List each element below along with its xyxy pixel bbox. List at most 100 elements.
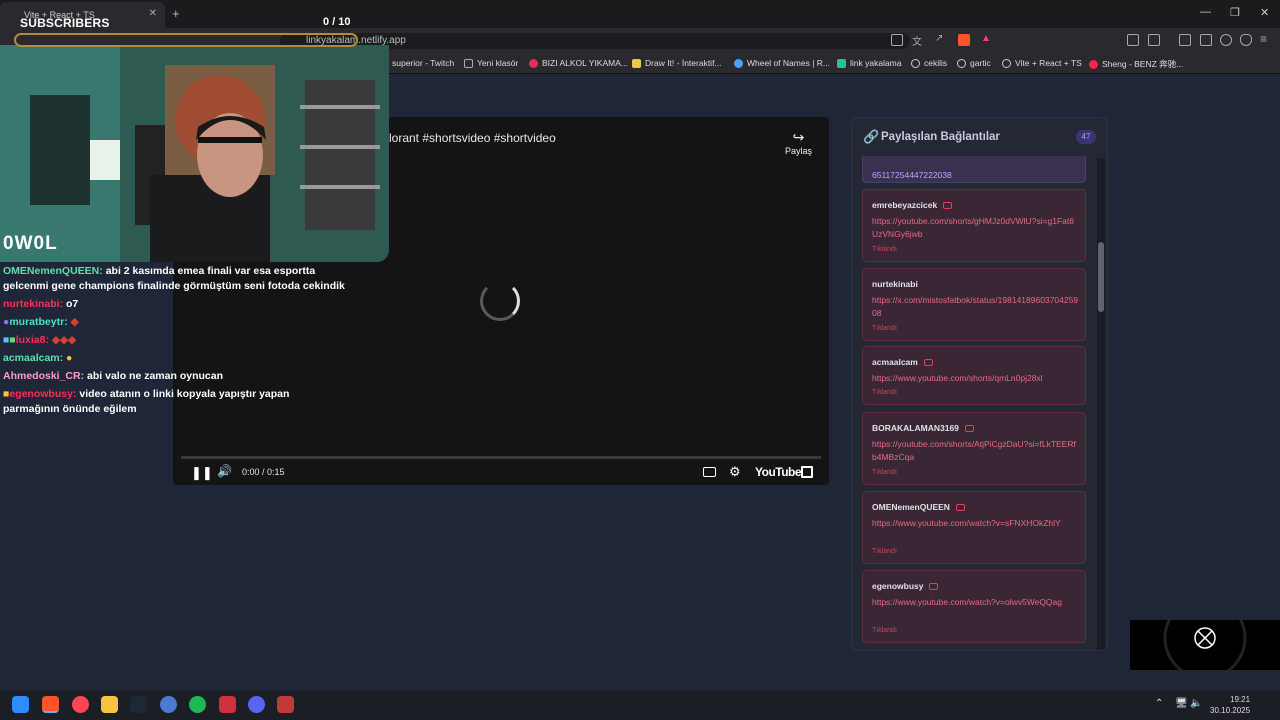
chat-message: ●muratbeytr: ◆ — [3, 315, 348, 330]
link-url[interactable]: https://x.com/mistosfatbok/status/198141… — [872, 294, 1080, 320]
share-page-icon[interactable]: ↗ — [935, 33, 947, 45]
youtube-logo[interactable]: YouTube — [755, 465, 802, 479]
new-tab-icon[interactable]: + — [172, 6, 180, 21]
bookmark-item[interactable]: Sheng - BENZ 奔驰... — [1089, 58, 1183, 70]
youtube-icon — [955, 504, 965, 512]
extensions-icon[interactable] — [1127, 34, 1139, 46]
link-url[interactable]: https://www.youtube.com/shorts/qmLn0pj28… — [872, 372, 1080, 385]
link-card[interactable]: acmaalcam https://www.youtube.com/shorts… — [862, 346, 1086, 405]
pause-icon[interactable]: ❚❚ — [191, 465, 213, 481]
chat-message: nurtekinabi: o7 — [3, 297, 348, 312]
youtube-icon — [943, 202, 953, 210]
link-url[interactable]: https://youtube.com/shorts/gHMJz0dVWlU?s… — [872, 215, 1080, 241]
chat-username: luxia8: — [15, 334, 49, 346]
bookmark-item[interactable]: gartic — [957, 58, 991, 68]
globe-icon — [911, 58, 920, 68]
wallet-icon[interactable] — [1200, 34, 1212, 46]
bookmark-item[interactable]: superior - Twitch — [392, 58, 454, 68]
bookmark-item[interactable]: Draw It! - İnteraktif... — [632, 58, 722, 68]
bookmark-item[interactable]: link yakalama — [837, 58, 902, 68]
volume-icon[interactable]: 🔊 — [217, 464, 232, 478]
translate-icon[interactable]: 文 — [912, 33, 924, 48]
tab-strip: Vite + React + TS ✕ + — ❐ ✕ — [0, 0, 1280, 28]
link-url[interactable]: https://youtube.com/shorts/AtjPiCgzDaU?s… — [872, 438, 1080, 464]
link-card[interactable]: emrebeyazcicek https://youtube.com/short… — [862, 189, 1086, 262]
start-windows-icon[interactable] — [12, 696, 29, 713]
bookmark-label: Sheng - BENZ 奔驰... — [1102, 59, 1184, 69]
panel-header: 🔗 Paylaşılan Bağlantılar 47 — [852, 118, 1109, 156]
link-user: emrebeyazcicek — [872, 200, 953, 210]
webcam-image — [0, 45, 389, 262]
leo-ai-icon[interactable] — [1220, 34, 1232, 46]
chat-username: acmaalcam: — [3, 352, 64, 364]
tab-manager-icon[interactable] — [1148, 34, 1160, 46]
panel-title: Paylaşılan Bağlantılar — [881, 131, 1000, 143]
scrollbar-thumb[interactable] — [1098, 242, 1104, 312]
file-explorer-icon[interactable] — [101, 696, 118, 713]
folder-icon — [464, 58, 473, 68]
fullscreen-icon[interactable] — [801, 466, 813, 478]
subtitles-icon[interactable] — [703, 467, 716, 477]
discord-icon[interactable] — [248, 696, 265, 713]
video-progress-bar[interactable] — [181, 456, 821, 459]
link-card[interactable]: BORAKALAMAN3169 https://youtube.com/shor… — [862, 412, 1086, 485]
brave-browser-icon[interactable] — [42, 696, 59, 713]
link-status: Tıklandı — [872, 325, 897, 332]
system-clock[interactable]: 19:21 30.10.2025 — [1210, 694, 1250, 716]
steam-icon[interactable] — [130, 696, 147, 713]
bookmark-item[interactable]: Vite + React + TS — [1002, 58, 1082, 68]
webcam-overlay — [0, 45, 389, 262]
link-card[interactable]: nurtekinabi https://x.com/mistosfatbok/s… — [862, 268, 1086, 341]
video-title[interactable]: lorant #shortsvideo #shortvideo — [389, 131, 556, 145]
share-button[interactable]: ↪ Paylaş — [785, 129, 812, 156]
close-window-icon[interactable]: ✕ — [1260, 6, 1269, 19]
bookmark-item[interactable]: BIZI ALKOL YIKAMA... — [529, 58, 628, 68]
settings-gear-icon[interactable]: ⚙ — [729, 464, 741, 480]
sidebar-icon[interactable] — [1179, 34, 1191, 46]
link-user: acmaalcam — [872, 357, 933, 367]
bookmark-item[interactable]: cekilis — [911, 58, 947, 68]
subscribers-goal-label: SUBSCRIBERS — [20, 16, 110, 30]
music-icon — [1089, 59, 1098, 69]
brave-shield-icon[interactable] — [958, 34, 970, 46]
volume-tray-icon[interactable]: 🔈 — [1190, 698, 1202, 709]
panel-scrollbar[interactable] — [1097, 158, 1105, 650]
link-url[interactable]: https://www.youtube.com/watch?v=olwv5WeQ… — [872, 596, 1080, 609]
link-card[interactable]: 65117254447222038 — [862, 156, 1086, 183]
bookmark-item[interactable]: Yeni klasör — [464, 58, 518, 68]
bookmark-label: Yeni klasör — [477, 58, 519, 68]
links-list: 65117254447222038 emrebeyazcicek https:/… — [862, 156, 1087, 648]
link-user: nurtekinabi — [872, 279, 918, 289]
bookmark-label: gartic — [970, 58, 991, 68]
chat-username: egenowbusy: — [9, 388, 77, 400]
shared-links-panel: 🔗 Paylaşılan Bağlantılar 47 651172544472… — [851, 117, 1108, 651]
link-url[interactable]: https://www.youtube.com/watch?v=sFNXHOkZ… — [872, 517, 1080, 530]
minimize-icon[interactable]: — — [1200, 6, 1211, 18]
emote-icon: ● — [66, 352, 73, 364]
stream-chat: OMENemenQUEEN: abi 2 kasımda emea finali… — [3, 264, 348, 420]
chat-message: ■■luxia8: ◆◆◆ — [3, 333, 348, 348]
bookmark-label: Vite + React + TS — [1015, 58, 1082, 68]
chat-text: o7 — [66, 298, 79, 310]
app-icon[interactable] — [160, 696, 177, 713]
link-user: egenowbusy — [872, 581, 939, 591]
link-url[interactable]: 65117254447222038 — [872, 169, 1080, 182]
vpn-shield-icon[interactable] — [1240, 34, 1252, 46]
network-icon[interactable]: 🖥 — [1175, 698, 1188, 709]
subscribers-goal-bar — [14, 33, 358, 47]
close-tab-icon[interactable]: ✕ — [149, 8, 157, 19]
maximize-icon[interactable]: ❐ — [1230, 6, 1240, 19]
link-card[interactable]: OMENemenQUEEN https://www.youtube.com/wa… — [862, 491, 1086, 564]
bookmark-item[interactable]: Wheel of Names | R... — [734, 58, 830, 68]
camera-off-icon[interactable] — [891, 34, 903, 46]
menu-icon[interactable]: ≡ — [1260, 32, 1272, 46]
tray-chevron-icon[interactable]: ⌃ — [1155, 698, 1163, 709]
link-card[interactable]: egenowbusy https://www.youtube.com/watch… — [862, 570, 1086, 643]
video-time: 0:00 / 0:15 — [242, 467, 285, 477]
app-icon[interactable] — [219, 696, 236, 713]
wheel-icon — [734, 58, 743, 68]
rewards-icon[interactable]: ▲ — [981, 33, 993, 45]
valorant-icon[interactable] — [72, 696, 89, 713]
app-icon[interactable] — [277, 696, 294, 713]
spotify-icon[interactable] — [189, 696, 206, 713]
